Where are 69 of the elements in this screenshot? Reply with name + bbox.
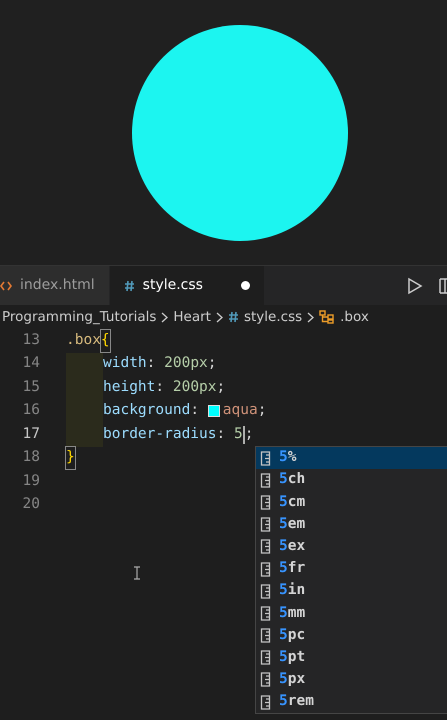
code-token: ; [208, 354, 217, 374]
code-token: height [103, 378, 156, 397]
ruler-icon [260, 539, 271, 554]
line-number: 17 [22, 424, 40, 444]
suggestion-item[interactable]: 5fr [256, 558, 447, 580]
code-token: 5 [234, 424, 243, 444]
line-number: 14 [22, 354, 40, 374]
ruler-icon [260, 672, 271, 688]
code-icon [0, 280, 12, 290]
structure-icon [319, 310, 336, 324]
suggestion-item[interactable]: 5ch [256, 469, 447, 492]
editor-tab[interactable]: index.html [0, 266, 110, 305]
code-token: : [146, 354, 156, 374]
code-token: background [103, 401, 190, 420]
line-number: 18 [22, 448, 40, 468]
hash-icon [124, 280, 135, 292]
line-number: 13 [22, 330, 40, 350]
code-token: ; [244, 424, 254, 444]
code-token: 200px [172, 378, 217, 397]
ruler-icon [260, 494, 271, 510]
i-beam-icon [133, 566, 141, 580]
line-number: 16 [22, 401, 40, 420]
suggestion-item[interactable]: 5ex [256, 536, 447, 558]
suggestion-item[interactable]: 5in [256, 580, 447, 602]
ruler-icon [260, 472, 271, 488]
chevron-icon [216, 312, 223, 322]
chevron-icon [161, 312, 168, 322]
code-token: { [100, 330, 110, 352]
code-token: : [190, 401, 200, 420]
code-token: ; [258, 401, 266, 420]
breadcrumb-item[interactable]: Heart [173, 306, 211, 328]
code-token: ; [216, 378, 226, 397]
ruler-icon [260, 694, 271, 710]
ruler-icon [260, 650, 271, 666]
code-token: } [66, 447, 75, 470]
suggestion-item[interactable]: 5mm [256, 602, 447, 624]
hash-icon [228, 311, 239, 323]
code-token: 200px [164, 354, 208, 374]
breadcrumb-item[interactable]: style.css [244, 306, 302, 328]
suggestion-item[interactable]: 5pt [256, 646, 447, 669]
code-token: border-radius [103, 424, 216, 444]
code-token: : [155, 378, 166, 397]
line-number: 20 [22, 495, 40, 514]
code-token: : [216, 424, 226, 444]
ruler-icon [260, 517, 271, 532]
ruler-icon [260, 606, 271, 621]
editor-tab[interactable]: style.css [110, 266, 265, 305]
unsaved-dot [240, 281, 250, 290]
suggestion-item[interactable]: 5px [256, 668, 447, 692]
text-cursor [242, 426, 245, 444]
code-token: aqua [222, 401, 258, 420]
suggestion-item[interactable]: 5rem [256, 691, 447, 714]
ruler-icon [260, 450, 271, 466]
run-icon [407, 276, 423, 294]
split-editor-icon [439, 276, 447, 294]
code-token: width [103, 354, 147, 374]
suggestion-item[interactable]: 5% [256, 447, 447, 470]
suggestion-item[interactable]: 5cm [256, 491, 447, 514]
ruler-icon [260, 562, 271, 577]
breadcrumb-item[interactable]: .box [340, 306, 369, 328]
code-token: .box [66, 330, 101, 350]
chevron-icon [307, 312, 314, 322]
ruler-icon [260, 628, 271, 644]
line-number: 15 [22, 378, 40, 397]
suggestion-item[interactable]: 5em [256, 514, 447, 536]
ruler-icon [260, 584, 271, 599]
line-number: 19 [22, 472, 40, 491]
suggestion-item[interactable]: 5pc [256, 624, 447, 647]
breadcrumb-item[interactable]: Programming_Tutorials [2, 306, 156, 328]
